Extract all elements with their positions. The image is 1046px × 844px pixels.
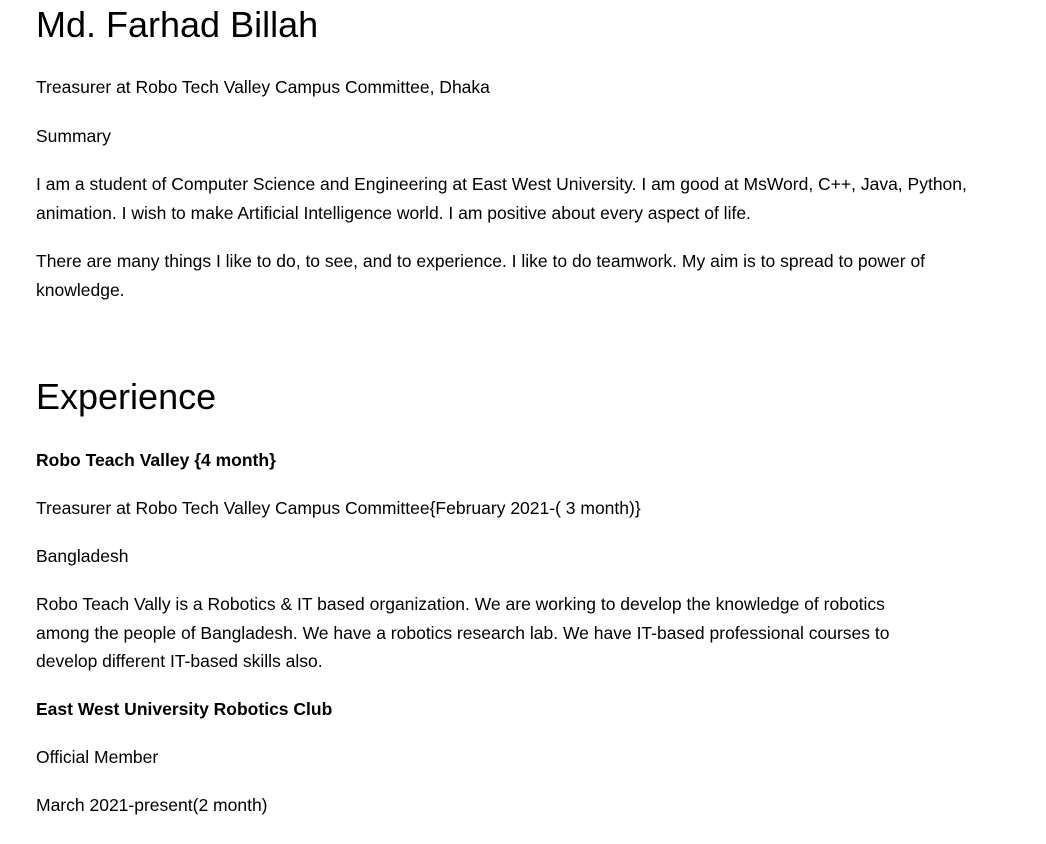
experience-2-dates: March 2021-present(2 month) (36, 795, 268, 815)
experience-1-location: Bangladesh (36, 546, 129, 566)
summary-paragraph-2: There are many things I like to do, to s… (36, 251, 926, 300)
summary-paragraph-1: I am a student of Computer Science and E… (36, 174, 967, 223)
experience-2-organization: East West University Robotics Club (36, 699, 333, 719)
person-name: Md. Farhad Billah (36, 4, 319, 45)
experience-1-description: Robo Teach Vally is a Robotics & IT base… (36, 594, 890, 671)
experience-1-role: Treasurer at Robo Tech Valley Campus Com… (36, 498, 641, 518)
experience-heading: Experience (36, 376, 217, 417)
headline: Treasurer at Robo Tech Valley Campus Com… (36, 77, 490, 97)
experience-2-role: Official Member (36, 747, 159, 767)
summary-heading: Summary (36, 126, 111, 146)
experience-1-organization: Robo Teach Valley {4 month} (36, 450, 276, 470)
